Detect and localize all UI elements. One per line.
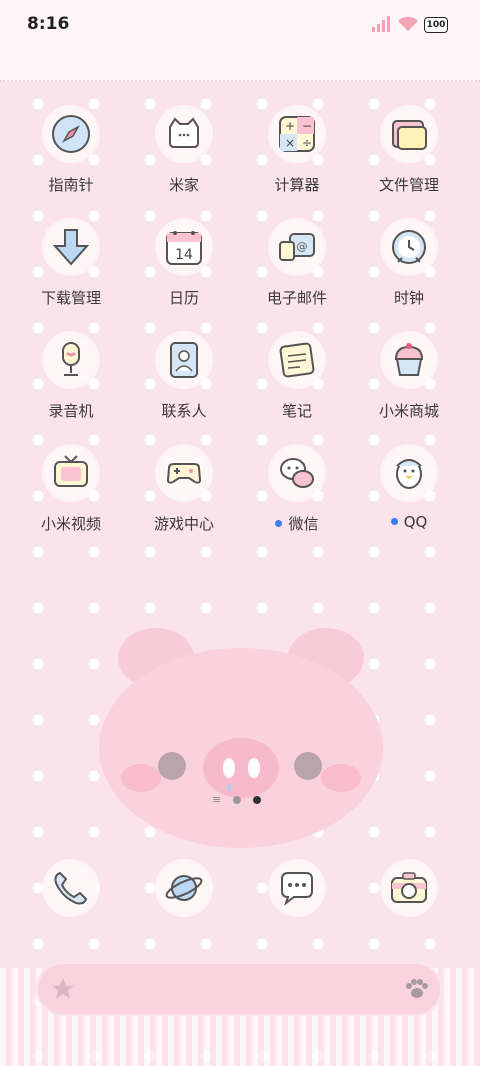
app-label: 电子邮件 xyxy=(266,289,327,307)
wechat-icon xyxy=(271,447,323,499)
app-calculator[interactable]: + − × ÷ 计算器 xyxy=(237,108,357,208)
app-qq[interactable]: QQ xyxy=(349,447,469,547)
app-game-center[interactable]: 游戏中心 xyxy=(124,447,244,547)
app-label: 日历 xyxy=(168,289,199,307)
svg-text:@: @ xyxy=(297,240,308,253)
app-wechat[interactable]: 微信 xyxy=(237,447,357,547)
qq-penguin-icon xyxy=(383,447,435,499)
browser-planet-icon xyxy=(158,862,210,914)
clock-icon xyxy=(383,221,435,273)
app-label: 小米商城 xyxy=(378,402,439,420)
email-icon: @ xyxy=(271,221,323,273)
menu-lines-icon: ≡ xyxy=(212,793,222,806)
paw-icon[interactable] xyxy=(404,978,428,1000)
notification-dot xyxy=(390,518,398,525)
app-recorder[interactable]: 录音机 xyxy=(11,334,131,434)
calendar-icon: 14 xyxy=(158,221,210,273)
svg-text:×: × xyxy=(285,136,295,150)
calculator-icon: + − × ÷ xyxy=(271,108,323,160)
app-mijia[interactable]: 米家 xyxy=(124,108,244,208)
phone-icon xyxy=(45,862,97,914)
app-label: 联系人 xyxy=(161,402,207,420)
signal-icon xyxy=(372,16,390,32)
app-label: 米家 xyxy=(168,176,199,194)
svg-text:÷: ÷ xyxy=(302,136,312,150)
gamepad-icon xyxy=(158,447,210,499)
app-label: QQ xyxy=(349,513,469,531)
status-bar: 8:16 100 xyxy=(0,0,480,52)
app-calendar[interactable]: 14 日历 xyxy=(124,221,244,321)
folder-icon xyxy=(383,108,435,160)
notification-dot xyxy=(275,520,283,527)
notes-icon xyxy=(271,334,323,386)
app-file-manager[interactable]: 文件管理 xyxy=(349,108,469,208)
lace-scallops xyxy=(0,52,474,74)
battery-indicator: 100 xyxy=(424,17,448,33)
search-bar[interactable] xyxy=(36,962,442,1016)
wifi-icon xyxy=(398,16,418,31)
pig-wallpaper-illustration xyxy=(99,628,383,848)
page-indicator[interactable]: ≡ xyxy=(212,793,262,806)
star-icon[interactable] xyxy=(50,976,76,1002)
app-label: 指南针 xyxy=(48,176,94,194)
download-arrow-icon xyxy=(45,221,97,273)
app-clock[interactable]: 时钟 xyxy=(349,221,469,321)
cupcake-icon xyxy=(383,334,435,386)
dock-browser[interactable] xyxy=(124,862,244,932)
app-contacts[interactable]: 联系人 xyxy=(124,334,244,434)
dock-camera[interactable] xyxy=(349,862,469,932)
app-email[interactable]: @ 电子邮件 xyxy=(237,221,357,321)
app-label: 微信 xyxy=(237,513,357,534)
microphone-icon xyxy=(45,334,97,386)
page-dot-active xyxy=(253,796,262,804)
app-xiaomi-video[interactable]: 小米视频 xyxy=(11,447,131,547)
mijia-cat-icon xyxy=(158,108,210,160)
app-label: 小米视频 xyxy=(40,515,101,533)
page-dot xyxy=(233,796,242,804)
compass-icon xyxy=(45,108,97,160)
app-download-manager[interactable]: 下载管理 xyxy=(11,221,131,321)
contacts-book-icon xyxy=(158,334,210,386)
dock-phone[interactable] xyxy=(11,862,131,932)
app-compass[interactable]: 指南针 xyxy=(11,108,131,208)
camera-icon xyxy=(383,862,435,914)
app-label: 录音机 xyxy=(48,402,94,420)
app-label: 时钟 xyxy=(393,289,424,307)
app-label: 计算器 xyxy=(274,176,320,194)
messages-icon xyxy=(271,862,323,914)
dock xyxy=(0,862,480,932)
app-label: 游戏中心 xyxy=(153,515,214,533)
svg-text:−: − xyxy=(302,119,312,133)
svg-text:+: + xyxy=(285,119,295,133)
tv-icon xyxy=(45,447,97,499)
app-label: 笔记 xyxy=(281,402,312,420)
dock-messages[interactable] xyxy=(237,862,357,932)
app-xiaomi-store[interactable]: 小米商城 xyxy=(349,334,469,434)
app-label: 文件管理 xyxy=(378,176,439,194)
status-time: 8:16 xyxy=(27,14,70,34)
app-notes[interactable]: 笔记 xyxy=(237,334,357,434)
calendar-day: 14 xyxy=(175,247,193,263)
app-label: 下载管理 xyxy=(40,289,101,307)
